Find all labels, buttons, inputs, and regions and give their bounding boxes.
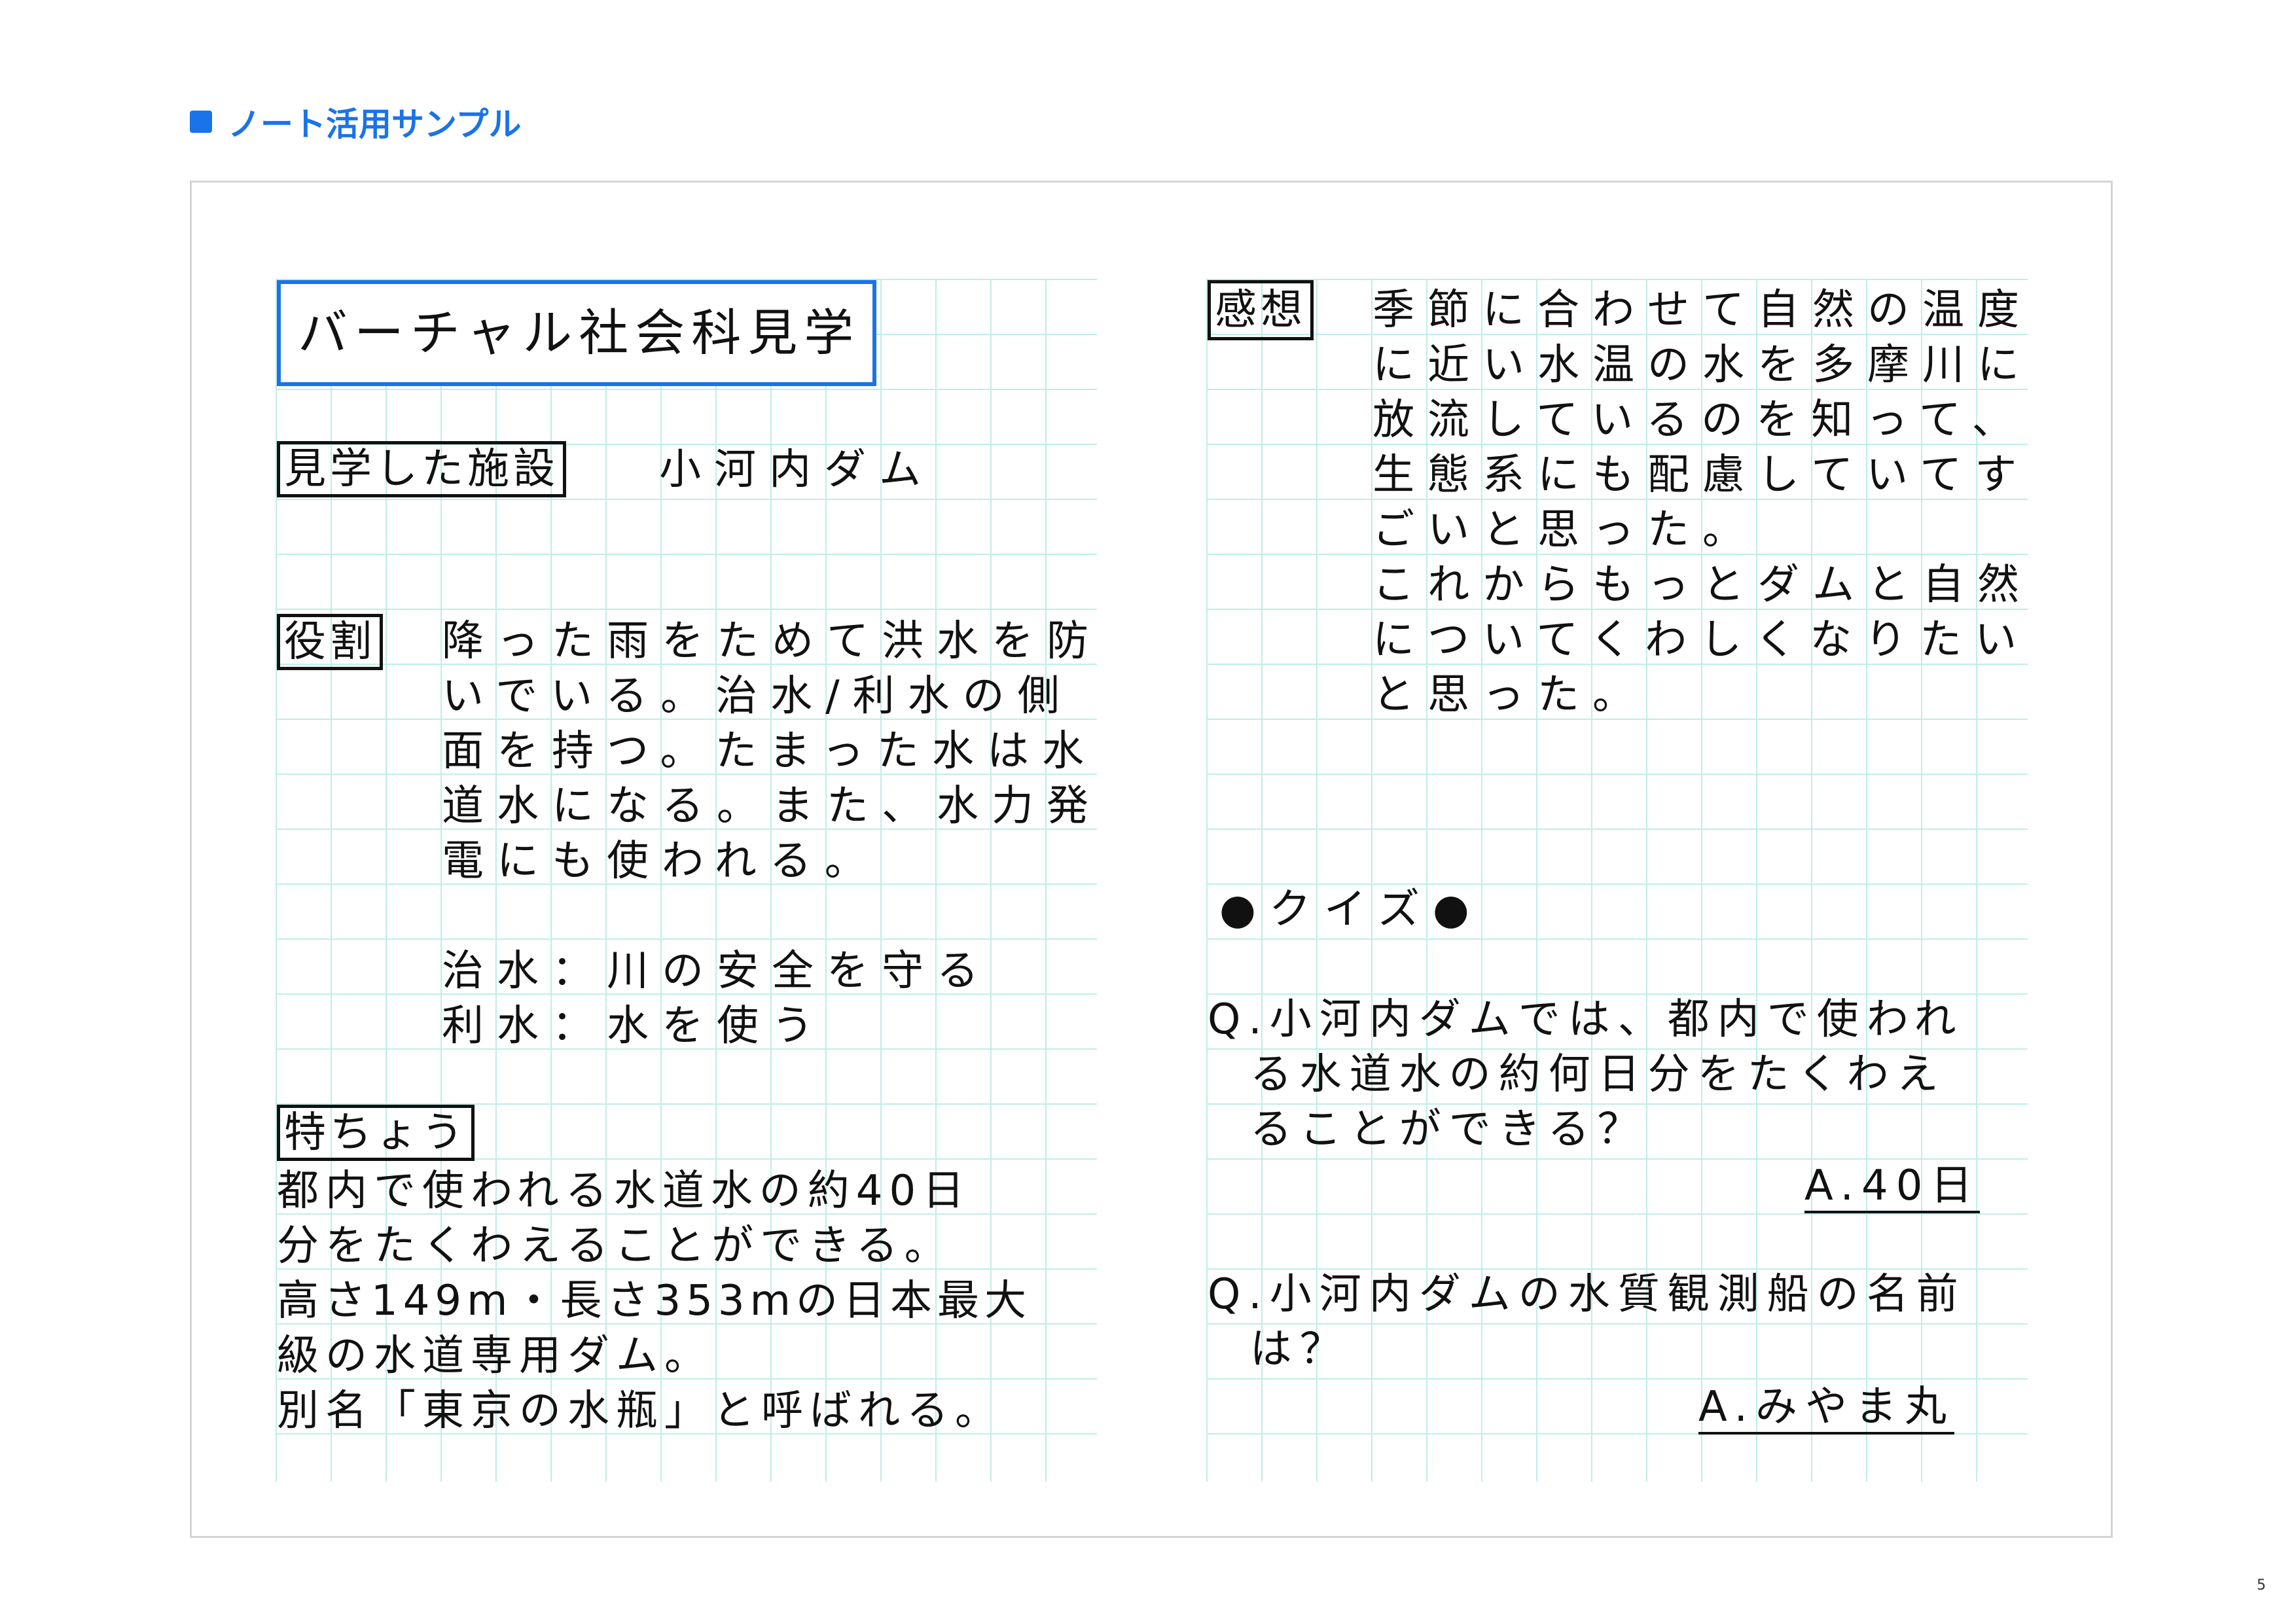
page-number: 5 xyxy=(2257,1577,2266,1594)
quiz-question-line: Q.小河内ダムでは、都内で使われ xyxy=(1208,995,1964,1044)
section-heading: ノート活用サンプル xyxy=(190,98,522,145)
quiz-question-line: る水道水の約何日分をたくわえ xyxy=(1208,1050,1946,1099)
quiz-question-line: ることができる？ xyxy=(1208,1105,1647,1154)
role-line: 電にも使われる。 xyxy=(442,837,880,885)
quiz-question-line: は？ xyxy=(1208,1325,1350,1374)
impression-line: 生態系にも配慮していてす xyxy=(1372,451,2030,499)
impression-line: これからもっとダムと自然 xyxy=(1372,561,2032,609)
quiz-heading: ●クイズ● xyxy=(1219,885,1482,934)
quiz-answer: A.みやま丸 xyxy=(1698,1382,1954,1435)
notebook-page-left: バーチャル社会科見学 見学した施設 小河内ダム 役割 降った雨をためて洪水を防 … xyxy=(276,279,1097,1482)
quiz-answer: A.40日 xyxy=(1804,1161,1981,1213)
impression-line: についてくわしくなりたい xyxy=(1372,616,2030,664)
impression-line: 放流しているのを知って、 xyxy=(1372,396,2027,444)
notebook-page-right: 感想 季節に合わせて自然の温度 に近い水温の水を多摩川に 放流しているのを知って… xyxy=(1206,279,2028,1482)
role-line: 道水になる。また、水力発 xyxy=(442,782,1102,830)
role-line: 面を持つ。たまった水は水 xyxy=(442,727,1097,776)
impression-line: と思った。 xyxy=(1372,671,1647,719)
feature-line: 分をたくわえることができる。 xyxy=(277,1222,953,1270)
section-heading-text: ノート活用サンプル xyxy=(228,105,522,143)
feature-line: 級の水道専用ダム。 xyxy=(277,1332,713,1380)
impression-label: 感想 xyxy=(1208,280,1314,340)
role-line: 降った雨をためて洪水を防 xyxy=(442,617,1102,666)
impression-line: ごいと思った。 xyxy=(1372,506,1757,554)
note-title: バーチャル社会科見学 xyxy=(277,280,876,386)
facility-value: 小河内ダム xyxy=(659,446,934,494)
feature-line: 別名「東京の水瓶」と呼ばれる。 xyxy=(277,1387,1003,1435)
square-bullet-icon xyxy=(190,111,212,133)
feature-line: 高さ149m・長さ353mの日本最大 xyxy=(277,1277,1031,1325)
definition-line: 利水：水を使う xyxy=(442,1002,827,1050)
impression-line: に近い水温の水を多摩川に xyxy=(1372,341,2032,389)
role-line: いでいる。治水/利水の側 xyxy=(442,672,1073,721)
features-label: 特ちょう xyxy=(277,1105,475,1161)
quiz-question-line: Q.小河内ダムの水質観測船の名前 xyxy=(1208,1270,1966,1319)
feature-line: 都内で使われる水道水の約40日 xyxy=(277,1167,971,1215)
definition-line: 治水：川の安全を守る xyxy=(442,947,992,995)
facility-label: 見学した施設 xyxy=(277,441,566,497)
impression-line: 季節に合わせて自然の温度 xyxy=(1372,286,2032,334)
role-label: 役割 xyxy=(277,614,383,670)
